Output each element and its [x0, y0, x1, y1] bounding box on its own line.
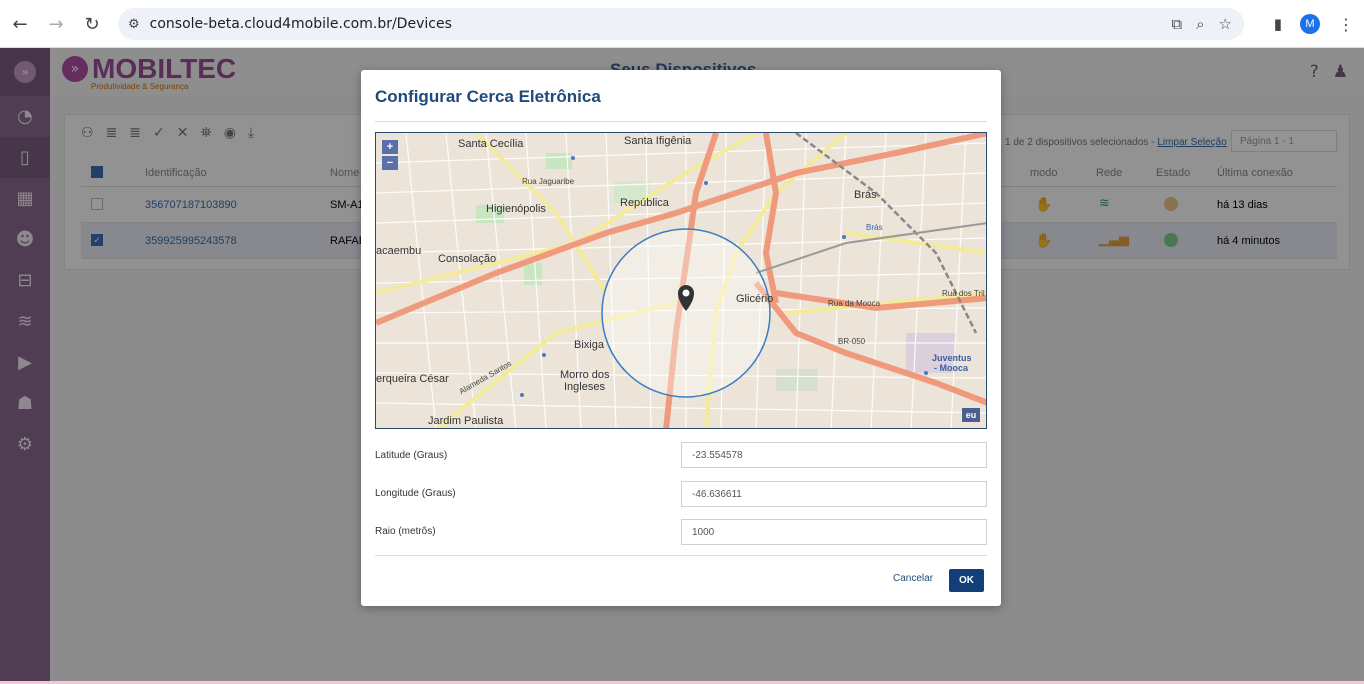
map-label: Brás: [866, 223, 883, 232]
map-view[interactable]: + − eu Santa Cecília Santa Ifigênia Brás…: [375, 132, 987, 429]
latitude-field[interactable]: -23.554578: [681, 442, 987, 468]
bookmark-star-icon[interactable]: ☆: [1219, 15, 1232, 33]
menu-kebab-icon[interactable]: ⋮: [1338, 15, 1354, 34]
profile-avatar[interactable]: M: [1300, 14, 1320, 34]
forward-icon[interactable]: →: [40, 8, 72, 40]
map-label: erqueira César: [376, 373, 449, 385]
map-label: Consolação: [438, 253, 497, 265]
translate-icon[interactable]: ⧉: [1171, 15, 1182, 33]
map-label: Brás: [854, 189, 877, 201]
reload-icon[interactable]: ↻: [76, 8, 108, 40]
divider: [375, 555, 987, 556]
longitude-field[interactable]: -46.636611: [681, 481, 987, 507]
map-label: acaembu: [376, 245, 422, 257]
longitude-label: Longitude (Graus): [375, 488, 456, 499]
map-label: Glicério: [736, 293, 774, 305]
zoom-icon[interactable]: ⌕: [1196, 15, 1204, 33]
map-label: BR-050: [838, 337, 866, 346]
map-label: Rua dos Tril: [942, 289, 985, 298]
back-icon[interactable]: ←: [4, 8, 36, 40]
modal-title: Configurar Cerca Eletrônica: [375, 87, 601, 106]
zoom-out-button[interactable]: −: [382, 156, 398, 170]
map-badge[interactable]: eu: [962, 408, 980, 422]
map-label: Ingleses: [564, 381, 605, 393]
map-label: Higienópolis: [486, 203, 546, 215]
browser-toolbar: ← → ↻ ⚙ console-beta.cloud4mobile.com.br…: [0, 0, 1364, 48]
geofence-modal: Configurar Cerca Eletrônica + − eu Santa…: [361, 70, 1001, 606]
map-label: Santa Ifigênia: [624, 135, 692, 147]
zoom-in-button[interactable]: +: [382, 140, 398, 154]
radius-field[interactable]: 1000: [681, 519, 987, 545]
map-label: Rua Jaguaribe: [522, 177, 575, 186]
map-label: Santa Cecília: [458, 138, 524, 150]
radius-label: Raio (metrôs): [375, 526, 436, 537]
map-label: Bixiga: [574, 339, 604, 351]
divider: [375, 121, 987, 122]
ok-button[interactable]: OK: [949, 569, 984, 592]
map-label: Jardim Paulista: [428, 415, 504, 427]
cancel-button[interactable]: Cancelar: [893, 573, 933, 584]
map-label: - Mooca: [934, 363, 969, 373]
url-text[interactable]: console-beta.cloud4mobile.com.br/Devices: [150, 16, 452, 32]
address-bar[interactable]: ⚙ console-beta.cloud4mobile.com.br/Devic…: [118, 8, 1244, 40]
map-label: Juventus: [932, 353, 972, 363]
map-label: Morro dos: [560, 369, 610, 381]
map-label: Rua da Mooca: [828, 299, 881, 308]
latitude-label: Latitude (Graus): [375, 450, 448, 461]
side-panel-icon[interactable]: ▮: [1274, 15, 1282, 33]
map-label: República: [620, 197, 669, 209]
site-settings-icon[interactable]: ⚙: [128, 17, 140, 32]
